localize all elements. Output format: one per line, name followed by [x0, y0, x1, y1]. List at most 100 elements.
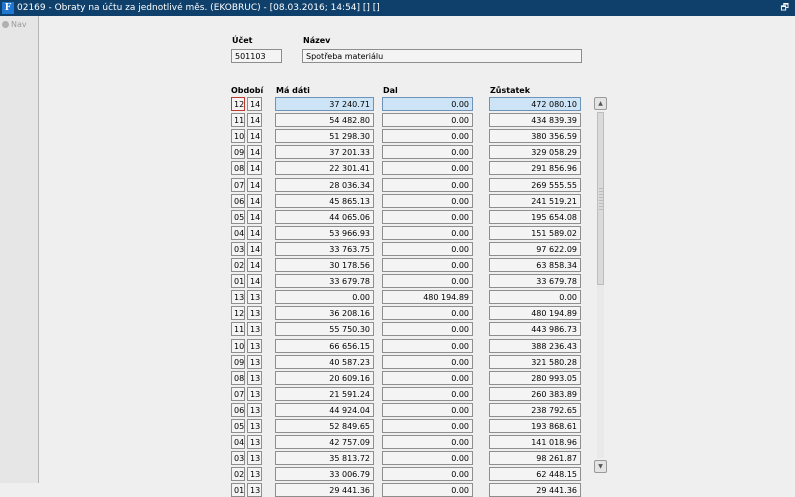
row-ma-dati-field[interactable]: 20 609.16 — [275, 371, 374, 385]
row-zustatek-field[interactable]: 280 993.05 — [489, 371, 581, 385]
row-year-field[interactable]: 13 — [247, 387, 262, 401]
row-month-field[interactable]: 03 — [231, 451, 245, 465]
row-year-field[interactable]: 13 — [247, 306, 262, 320]
row-dal-field[interactable]: 0.00 — [382, 242, 473, 256]
row-zustatek-field[interactable]: 193 868.61 — [489, 419, 581, 433]
row-ma-dati-field[interactable]: 37 201.33 — [275, 145, 374, 159]
row-dal-field[interactable]: 0.00 — [382, 194, 473, 208]
row-zustatek-field[interactable]: 97 622.09 — [489, 242, 581, 256]
row-dal-field[interactable]: 0.00 — [382, 355, 473, 369]
row-month-field[interactable]: 08 — [231, 371, 245, 385]
row-month-field[interactable]: 10 — [231, 339, 245, 353]
row-month-field[interactable]: 05 — [231, 210, 245, 224]
scroll-up-icon[interactable]: ▲ — [594, 97, 607, 110]
row-year-field[interactable]: 14 — [247, 113, 262, 127]
row-ma-dati-field[interactable]: 42 757.09 — [275, 435, 374, 449]
row-year-field[interactable]: 13 — [247, 322, 262, 336]
row-dal-field[interactable]: 0.00 — [382, 226, 473, 240]
nazev-field[interactable]: Spotřeba materiálu — [302, 49, 582, 63]
row-zustatek-field[interactable]: 195 654.08 — [489, 210, 581, 224]
scroll-track[interactable] — [597, 112, 604, 458]
row-zustatek-field[interactable]: 443 986.73 — [489, 322, 581, 336]
row-ma-dati-field[interactable]: 66 656.15 — [275, 339, 374, 353]
row-zustatek-field[interactable]: 329 058.29 — [489, 145, 581, 159]
row-dal-field[interactable]: 0.00 — [382, 178, 473, 192]
row-year-field[interactable]: 13 — [247, 403, 262, 417]
row-month-field[interactable]: 05 — [231, 419, 245, 433]
row-zustatek-field[interactable]: 269 555.55 — [489, 178, 581, 192]
row-dal-field[interactable]: 0.00 — [382, 339, 473, 353]
row-month-field[interactable]: 01 — [231, 483, 245, 497]
row-zustatek-field[interactable]: 380 356.59 — [489, 129, 581, 143]
row-month-field[interactable]: 02 — [231, 467, 245, 481]
row-zustatek-field[interactable]: 62 448.15 — [489, 467, 581, 481]
row-dal-field[interactable]: 0.00 — [382, 113, 473, 127]
row-month-field[interactable]: 04 — [231, 226, 245, 240]
row-ma-dati-field[interactable]: 33 679.78 — [275, 274, 374, 288]
row-year-field[interactable]: 14 — [247, 210, 262, 224]
row-year-field[interactable]: 13 — [247, 467, 262, 481]
row-zustatek-field[interactable]: 141 018.96 — [489, 435, 581, 449]
row-ma-dati-field[interactable]: 37 240.71 — [275, 97, 374, 111]
row-zustatek-field[interactable]: 151 589.02 — [489, 226, 581, 240]
row-zustatek-field[interactable]: 29 441.36 — [489, 483, 581, 497]
row-month-field[interactable]: 01 — [231, 274, 245, 288]
row-year-field[interactable]: 14 — [247, 178, 262, 192]
row-year-field[interactable]: 14 — [247, 145, 262, 159]
row-month-field[interactable]: 12 — [231, 97, 245, 111]
row-ma-dati-field[interactable]: 22 301.41 — [275, 161, 374, 175]
row-ma-dati-field[interactable]: 40 587.23 — [275, 355, 374, 369]
row-ma-dati-field[interactable]: 35 813.72 — [275, 451, 374, 465]
row-year-field[interactable]: 14 — [247, 194, 262, 208]
row-month-field[interactable]: 10 — [231, 129, 245, 143]
row-month-field[interactable]: 11 — [231, 322, 245, 336]
row-month-field[interactable]: 06 — [231, 194, 245, 208]
row-ma-dati-field[interactable]: 55 750.30 — [275, 322, 374, 336]
row-zustatek-field[interactable]: 480 194.89 — [489, 306, 581, 320]
scroll-thumb[interactable] — [597, 112, 604, 285]
row-zustatek-field[interactable]: 238 792.65 — [489, 403, 581, 417]
row-month-field[interactable]: 06 — [231, 403, 245, 417]
row-zustatek-field[interactable]: 388 236.43 — [489, 339, 581, 353]
row-year-field[interactable]: 13 — [247, 339, 262, 353]
row-month-field[interactable]: 11 — [231, 113, 245, 127]
row-year-field[interactable]: 13 — [247, 435, 262, 449]
row-month-field[interactable]: 13 — [231, 290, 245, 304]
row-zustatek-field[interactable]: 33 679.78 — [489, 274, 581, 288]
row-zustatek-field[interactable]: 260 383.89 — [489, 387, 581, 401]
row-dal-field[interactable]: 0.00 — [382, 161, 473, 175]
row-dal-field[interactable]: 0.00 — [382, 129, 473, 143]
row-month-field[interactable]: 07 — [231, 178, 245, 192]
row-ma-dati-field[interactable]: 53 966.93 — [275, 226, 374, 240]
row-dal-field[interactable]: 0.00 — [382, 97, 473, 111]
row-dal-field[interactable]: 0.00 — [382, 145, 473, 159]
row-dal-field[interactable]: 0.00 — [382, 483, 473, 497]
row-dal-field[interactable]: 0.00 — [382, 274, 473, 288]
row-year-field[interactable]: 14 — [247, 161, 262, 175]
row-month-field[interactable]: 04 — [231, 435, 245, 449]
restore-window-icon[interactable]: 🗗 — [781, 0, 789, 16]
row-year-field[interactable]: 13 — [247, 355, 262, 369]
row-zustatek-field[interactable]: 434 839.39 — [489, 113, 581, 127]
row-month-field[interactable]: 07 — [231, 387, 245, 401]
row-zustatek-field[interactable]: 321 580.28 — [489, 355, 581, 369]
row-ma-dati-field[interactable]: 45 865.13 — [275, 194, 374, 208]
row-dal-field[interactable]: 0.00 — [382, 451, 473, 465]
row-ma-dati-field[interactable]: 36 208.16 — [275, 306, 374, 320]
row-ma-dati-field[interactable]: 0.00 — [275, 290, 374, 304]
row-month-field[interactable]: 03 — [231, 242, 245, 256]
row-dal-field[interactable]: 0.00 — [382, 322, 473, 336]
row-ma-dati-field[interactable]: 30 178.56 — [275, 258, 374, 272]
row-ma-dati-field[interactable]: 51 298.30 — [275, 129, 374, 143]
row-dal-field[interactable]: 0.00 — [382, 435, 473, 449]
row-dal-field[interactable]: 480 194.89 — [382, 290, 473, 304]
row-zustatek-field[interactable]: 63 858.34 — [489, 258, 581, 272]
row-year-field[interactable]: 13 — [247, 419, 262, 433]
row-month-field[interactable]: 09 — [231, 145, 245, 159]
row-year-field[interactable]: 14 — [247, 274, 262, 288]
row-month-field[interactable]: 12 — [231, 306, 245, 320]
row-dal-field[interactable]: 0.00 — [382, 210, 473, 224]
row-year-field[interactable]: 14 — [247, 129, 262, 143]
row-zustatek-field[interactable]: 291 856.96 — [489, 161, 581, 175]
row-ma-dati-field[interactable]: 54 482.80 — [275, 113, 374, 127]
